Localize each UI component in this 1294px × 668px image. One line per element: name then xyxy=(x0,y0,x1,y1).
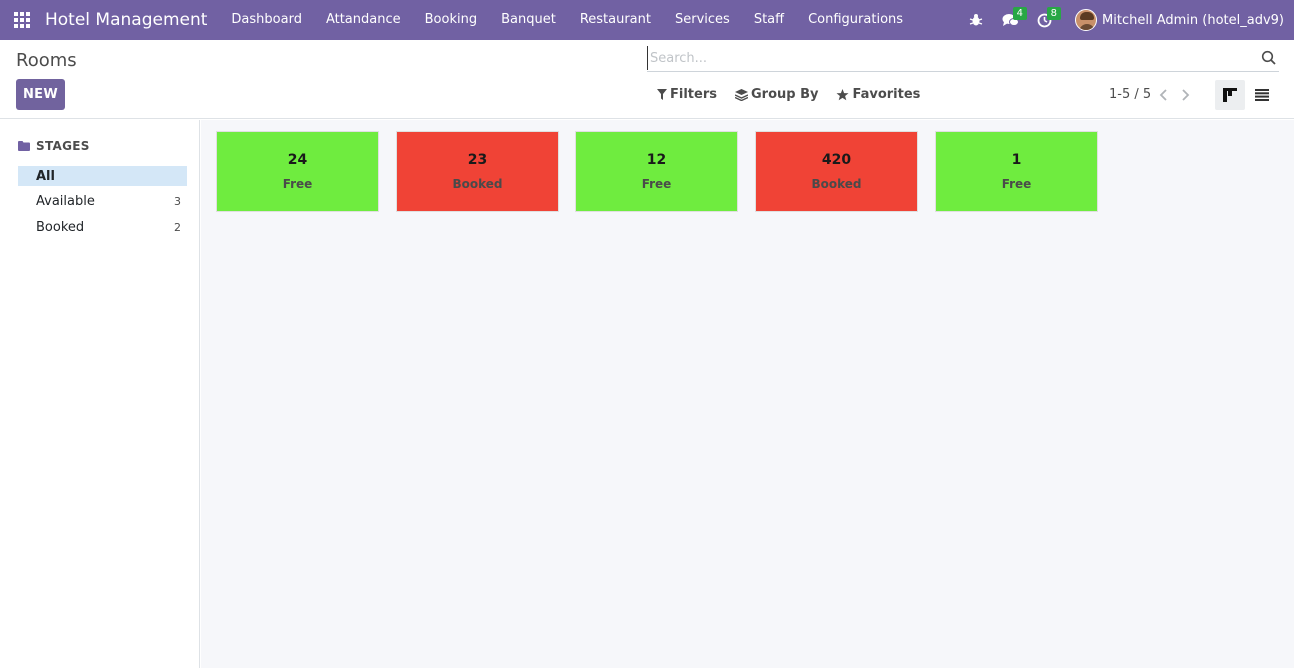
kanban-view-button[interactable] xyxy=(1215,80,1245,110)
activities-button[interactable]: 8 xyxy=(1029,0,1062,40)
apps-grid-icon xyxy=(14,12,30,28)
navbar-systray: 4 8 Mitchell Admin (hotel_adv9) xyxy=(957,0,1284,40)
pager-value[interactable]: 1-5 / 5 xyxy=(1109,87,1151,102)
search-icon[interactable] xyxy=(1261,50,1277,66)
filter-icon xyxy=(657,89,667,100)
kanban-view: 24 Free 23 Booked 12 Free 420 Booked 1 F… xyxy=(201,120,1294,668)
layers-icon xyxy=(734,88,748,101)
filters-button[interactable]: Filters xyxy=(657,87,717,102)
breadcrumb: Rooms xyxy=(16,50,77,71)
menu-booking[interactable]: Booking xyxy=(413,0,489,40)
messages-badge: 4 xyxy=(1012,7,1028,20)
room-card[interactable]: 23 Booked xyxy=(396,131,559,212)
list-icon xyxy=(1255,89,1269,101)
group-by-button[interactable]: Group By xyxy=(734,87,819,102)
stage-count: 2 xyxy=(174,220,181,234)
search-input[interactable] xyxy=(647,46,1247,70)
room-number: 420 xyxy=(821,152,852,168)
chevron-left-icon[interactable] xyxy=(1157,87,1171,103)
room-number: 24 xyxy=(287,152,308,168)
stages-heading: STAGES xyxy=(18,139,90,153)
menu-configurations[interactable]: Configurations xyxy=(796,0,915,40)
favorites-button[interactable]: Favorites xyxy=(836,87,920,102)
messaging-button[interactable]: 4 xyxy=(995,0,1028,40)
stage-item-booked[interactable]: Booked 2 xyxy=(18,217,187,237)
kanban-icon xyxy=(1223,88,1237,102)
menu-banquet[interactable]: Banquet xyxy=(489,0,568,40)
bug-icon xyxy=(969,14,983,26)
menu-restaurant[interactable]: Restaurant xyxy=(568,0,663,40)
top-navbar: Hotel Management Dashboard Attandance Bo… xyxy=(0,0,1294,40)
search-bar xyxy=(647,46,1279,72)
room-status: Free xyxy=(641,177,672,191)
stage-label: All xyxy=(36,168,55,184)
new-button[interactable]: NEW xyxy=(16,79,65,110)
list-view-button[interactable] xyxy=(1247,80,1277,110)
menu-services[interactable]: Services xyxy=(663,0,742,40)
search-panel: STAGES All Available 3 Booked 2 xyxy=(0,120,200,668)
activities-badge: 8 xyxy=(1046,7,1062,20)
user-name: Mitchell Admin (hotel_adv9) xyxy=(1102,12,1284,28)
favorites-label: Favorites xyxy=(852,87,921,102)
room-number: 23 xyxy=(467,152,488,168)
stages-heading-label: STAGES xyxy=(36,139,90,153)
room-card[interactable]: 420 Booked xyxy=(755,131,918,212)
search-options: Filters Group By Favorites xyxy=(657,87,938,102)
room-number: 1 xyxy=(1011,152,1022,168)
stage-label: Booked xyxy=(36,219,85,235)
menu-dashboard[interactable]: Dashboard xyxy=(219,0,314,40)
stage-item-available[interactable]: Available 3 xyxy=(18,191,187,211)
room-status: Booked xyxy=(452,177,503,191)
filters-label: Filters xyxy=(670,87,717,102)
chevron-right-icon[interactable] xyxy=(1178,87,1192,103)
stage-item-all[interactable]: All xyxy=(18,166,187,186)
debug-button[interactable] xyxy=(961,0,991,40)
avatar xyxy=(1075,9,1098,31)
room-status: Free xyxy=(1001,177,1032,191)
room-card[interactable]: 1 Free xyxy=(935,131,1098,212)
room-number: 12 xyxy=(646,152,667,168)
stage-count: 3 xyxy=(174,194,181,208)
app-brand[interactable]: Hotel Management xyxy=(45,10,207,30)
room-card[interactable]: 24 Free xyxy=(216,131,379,212)
group-by-label: Group By xyxy=(750,87,819,102)
control-panel: Rooms NEW Filters Group By F xyxy=(0,40,1294,119)
stage-label: Available xyxy=(36,193,95,209)
apps-menu-button[interactable] xyxy=(14,0,48,40)
folder-icon xyxy=(18,141,30,151)
room-status: Booked xyxy=(811,177,862,191)
menu-staff[interactable]: Staff xyxy=(742,0,796,40)
user-menu[interactable]: Mitchell Admin (hotel_adv9) xyxy=(1075,9,1284,31)
menu-attandance[interactable]: Attandance xyxy=(314,0,413,40)
room-card[interactable]: 12 Free xyxy=(575,131,738,212)
star-icon xyxy=(836,88,849,100)
room-status: Free xyxy=(282,177,313,191)
